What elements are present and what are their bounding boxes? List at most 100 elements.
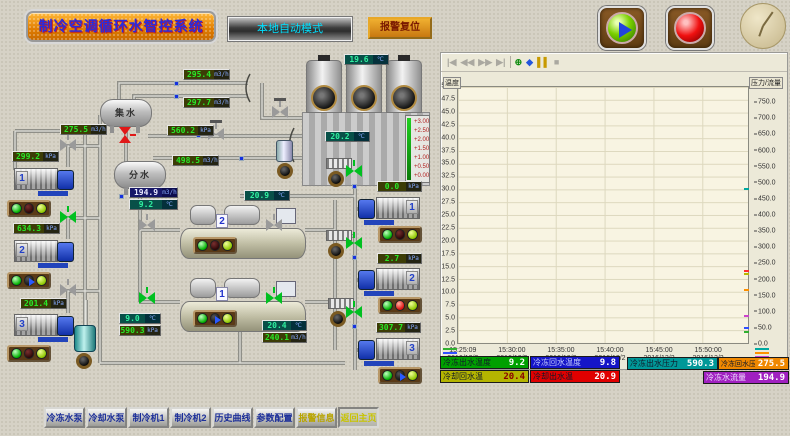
level-tick: +1.50 (414, 145, 429, 154)
chiller-number: 1 (216, 287, 228, 301)
stop-icon: ■ (554, 55, 559, 69)
pump-head (358, 340, 375, 360)
chiller-number: 2 (216, 214, 228, 228)
nav-button-8[interactable]: 返回主页 (338, 407, 379, 428)
axis-tick: 35.0 (441, 160, 455, 167)
plot-area[interactable] (457, 86, 749, 344)
cooling-water-pump-2[interactable]: 2 (358, 266, 422, 296)
clock-icon (740, 3, 786, 49)
off-lamp (24, 203, 35, 214)
stop-button[interactable] (666, 6, 714, 50)
pump-base (38, 191, 68, 196)
pump-base (364, 361, 394, 366)
pump3-check-valve[interactable] (60, 284, 76, 296)
axis-tick: 42.5 (441, 121, 455, 128)
nav-button-3[interactable]: 制冷机1 (128, 407, 169, 428)
level-tick: +0.50 (414, 163, 429, 172)
strainer-indicator (328, 171, 344, 187)
mode-button[interactable]: 本地自动模式 (228, 17, 352, 41)
nav-button-7[interactable]: 报警信息 (296, 407, 337, 428)
chiller-top-tank (224, 205, 260, 225)
tower-fan-icon (306, 60, 342, 113)
scada-main-screen: 制冷空调循环水智控系统 本地自动模式 报警复位 集水 分水 +3.00+2.50… (0, 0, 790, 436)
pump-head (57, 242, 74, 262)
lime-lamp (36, 275, 47, 286)
status-cw-ret-temp: 冷却回水温20.4 (440, 370, 529, 383)
start-button[interactable] (598, 6, 646, 50)
tower-level-gauge: +3.00+2.50+2.00+1.50+1.00+0.50+0.00 (405, 115, 430, 183)
tower-branch-valve[interactable] (346, 165, 362, 177)
axis-tick: 650.0 (754, 131, 776, 138)
chiller1-outlet-valve[interactable] (266, 292, 282, 304)
readout-left-flow: 275.5m3/h (60, 124, 107, 135)
chilled-water-pump-1[interactable]: 1 (12, 166, 76, 196)
level-tick: +1.00 (414, 154, 429, 163)
nav-button-5[interactable]: 历史曲线 (212, 407, 253, 428)
axis-tick: 500.0 (754, 179, 776, 186)
pause-icon[interactable]: ▌▌ (537, 55, 550, 69)
axis-tick: 100.0 (754, 308, 776, 315)
readout-pump3-left: 201.4kPa (20, 298, 67, 309)
tower-fan-icon (386, 60, 422, 113)
handwheel-valve[interactable] (272, 106, 288, 118)
cooling-water-pump-1[interactable]: 1 (358, 195, 422, 225)
tower-fan-icon (346, 60, 382, 113)
lime-lamp (407, 229, 418, 240)
tower-branch-valve[interactable] (346, 237, 362, 249)
chiller-top-tank (190, 205, 216, 225)
level-tick: +2.00 (414, 136, 429, 145)
readout-cond-temp: 20.4℃ (262, 320, 307, 331)
pump-base (38, 263, 68, 268)
fast-back-icon: ◀◀ (460, 55, 474, 69)
pump2-check-valve[interactable] (60, 211, 76, 223)
dosing-indicator (277, 163, 293, 179)
status-chw-ret-temp: 冷冻回水温度9.8 (530, 356, 620, 369)
pump-number: 3 (406, 341, 418, 355)
pump-base (364, 220, 394, 225)
level-tick: +3.00 (414, 118, 429, 127)
makeup-pump-indicator (76, 353, 92, 369)
pump-number: 3 (16, 317, 28, 331)
nav-button-4[interactable]: 制冷机2 (170, 407, 211, 428)
nav-bar: 冷冻水泵冷却水泵制冷机1制冷机2历史曲线参数配置报警信息返回主页 (44, 407, 379, 428)
current-value-marker (744, 188, 749, 190)
collector-tank[interactable]: 集水 (100, 99, 152, 127)
zoom-icon[interactable]: ⊕ (515, 55, 523, 69)
current-value-marker (744, 270, 749, 272)
current-value-marker (744, 331, 749, 333)
pressure-sensor (352, 255, 357, 260)
off-lamp (395, 229, 406, 240)
chiller2-outlet-valve[interactable] (266, 219, 282, 231)
drain-valve[interactable] (119, 127, 131, 143)
cooling-water-pump-3[interactable]: 3 (358, 336, 422, 366)
readout-cond-flow: 240.1m3/h (262, 332, 307, 343)
axis-tick: 45.0 (441, 108, 455, 115)
pump1-check-valve[interactable] (60, 139, 76, 151)
chiller2-inlet-valve[interactable] (139, 219, 155, 231)
readout-mid-flow: 498.5m3/h (172, 155, 219, 166)
pump-number: 1 (16, 171, 28, 185)
pump1-right-status-lights (378, 226, 422, 243)
nav-button-2[interactable]: 冷却水泵 (86, 407, 127, 428)
right-axis: 800.0750.0700.0650.0600.0550.0500.0450.0… (751, 86, 789, 344)
pump-number: 2 (406, 271, 418, 285)
tower-branch-valve[interactable] (346, 306, 362, 318)
nav-button-1[interactable]: 冷冻水泵 (44, 407, 85, 428)
pump-number: 1 (406, 200, 418, 214)
stop-icon (674, 12, 706, 44)
pan-icon[interactable]: ◆ (526, 55, 533, 69)
axis-tick: 600.0 (754, 147, 776, 154)
makeup-pump[interactable] (74, 325, 96, 352)
green-lamp (11, 203, 22, 214)
chilled-water-pump-3[interactable]: 3 (12, 312, 76, 342)
readout-chilled-out-temp: 9.2℃ (129, 199, 178, 210)
nav-button-6[interactable]: 参数配置 (254, 407, 295, 428)
alarm-reset-button[interactable]: 报警复位 (368, 17, 432, 39)
green-lamp (11, 275, 22, 286)
toolbar-separator (510, 56, 511, 68)
chiller1-inlet-valve[interactable] (139, 292, 155, 304)
chilled-water-pump-2[interactable]: 2 (12, 238, 76, 268)
divider-tank[interactable]: 分水 (114, 161, 166, 189)
off-lamp (24, 348, 35, 359)
step-last-icon: ▶| (496, 55, 505, 69)
